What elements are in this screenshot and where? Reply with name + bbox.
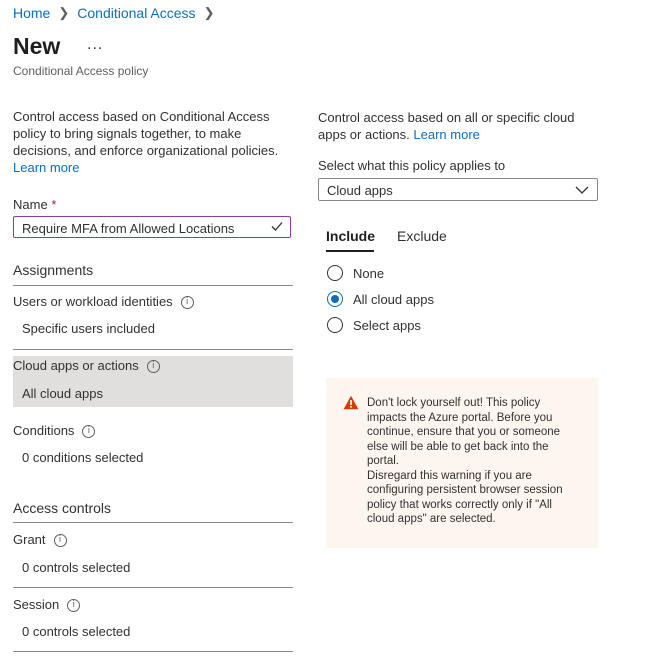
breadcrumb-conditional-access[interactable]: Conditional Access — [77, 5, 195, 21]
radio-select-apps-label[interactable]: Select apps — [353, 318, 421, 333]
info-icon[interactable]: i — [53, 534, 67, 548]
warning-text-line2: Disregard this warning if you are config… — [367, 469, 563, 526]
warning-message-bar: Don't lock yourself out! This policy imp… — [326, 378, 598, 548]
info-icon[interactable]: i — [180, 296, 194, 310]
page-title: New — [13, 33, 61, 59]
chevron-right-icon: ❯ — [58, 5, 70, 20]
breadcrumb-home[interactable]: Home — [13, 5, 50, 21]
users-section-label: Users or workload identities i — [13, 294, 194, 310]
warning-text: Don't lock yourself out! This policy imp… — [367, 396, 572, 527]
radio-none-label[interactable]: None — [353, 266, 384, 281]
name-label: Name * — [13, 197, 56, 212]
divider — [13, 522, 293, 523]
radio-none[interactable] — [327, 265, 343, 281]
divider — [13, 349, 293, 350]
active-tab-indicator — [326, 250, 374, 252]
learn-more-link[interactable]: Learn more — [413, 127, 479, 142]
page-subtitle: Conditional Access policy — [13, 64, 149, 78]
radio-all-cloud-apps[interactable] — [327, 291, 343, 307]
users-label-text: Users or workload identities — [13, 294, 173, 309]
cloud-apps-description: Control access based on all or specific … — [318, 109, 598, 143]
cloud-apps-section-label: Cloud apps or actions i — [13, 358, 160, 374]
assignments-heading: Assignments — [13, 262, 94, 278]
policy-description-text: Control access based on Conditional Acce… — [13, 109, 279, 158]
applies-to-value: Cloud apps — [327, 183, 393, 198]
chevron-right-icon: ❯ — [203, 5, 215, 20]
warning-icon — [343, 395, 359, 415]
divider — [13, 587, 293, 588]
divider — [13, 285, 293, 286]
info-icon[interactable]: i — [67, 599, 81, 613]
chevron-down-icon — [575, 183, 589, 201]
cloud-apps-value-link[interactable]: All cloud apps — [22, 386, 103, 401]
learn-more-link[interactable]: Learn more — [13, 160, 79, 175]
session-label-text: Session — [13, 597, 60, 612]
policy-description: Control access based on Conditional Acce… — [13, 108, 293, 176]
cloud-apps-label-text: Cloud apps or actions — [13, 358, 139, 373]
checkmark-icon — [270, 219, 284, 238]
applies-to-label: Select what this policy applies to — [318, 158, 506, 173]
warning-text-line1: Don't lock yourself out! This policy imp… — [367, 397, 561, 467]
access-controls-heading: Access controls — [13, 500, 112, 516]
info-icon[interactable]: i — [82, 425, 96, 439]
conditions-label-text: Conditions — [13, 423, 75, 438]
breadcrumb: Home ❯ Conditional Access ❯ — [13, 5, 222, 21]
grant-value-link[interactable]: 0 controls selected — [22, 560, 130, 575]
applies-to-dropdown[interactable]: Cloud apps — [318, 178, 598, 201]
more-options-button[interactable]: ... — [87, 36, 103, 54]
conditions-section-label: Conditions i — [13, 423, 96, 439]
users-value-link[interactable]: Specific users included — [22, 321, 155, 336]
policy-name-input[interactable]: Require MFA from Allowed Locations — [13, 216, 291, 238]
session-section-label: Session i — [13, 597, 81, 613]
grant-section-label: Grant i — [13, 532, 67, 548]
policy-name-value: Require MFA from Allowed Locations — [22, 221, 235, 236]
grant-label-text: Grant — [13, 532, 46, 547]
divider — [13, 651, 293, 652]
name-label-text: Name — [13, 197, 48, 212]
tab-exclude[interactable]: Exclude — [397, 228, 447, 244]
radio-all-cloud-apps-label[interactable]: All cloud apps — [353, 292, 434, 307]
conditions-value-link[interactable]: 0 conditions selected — [22, 450, 143, 465]
info-icon[interactable]: i — [146, 360, 160, 374]
tab-include[interactable]: Include — [326, 228, 375, 244]
required-mark: * — [51, 197, 57, 212]
session-value-link[interactable]: 0 controls selected — [22, 624, 130, 639]
radio-select-apps[interactable] — [327, 317, 343, 333]
